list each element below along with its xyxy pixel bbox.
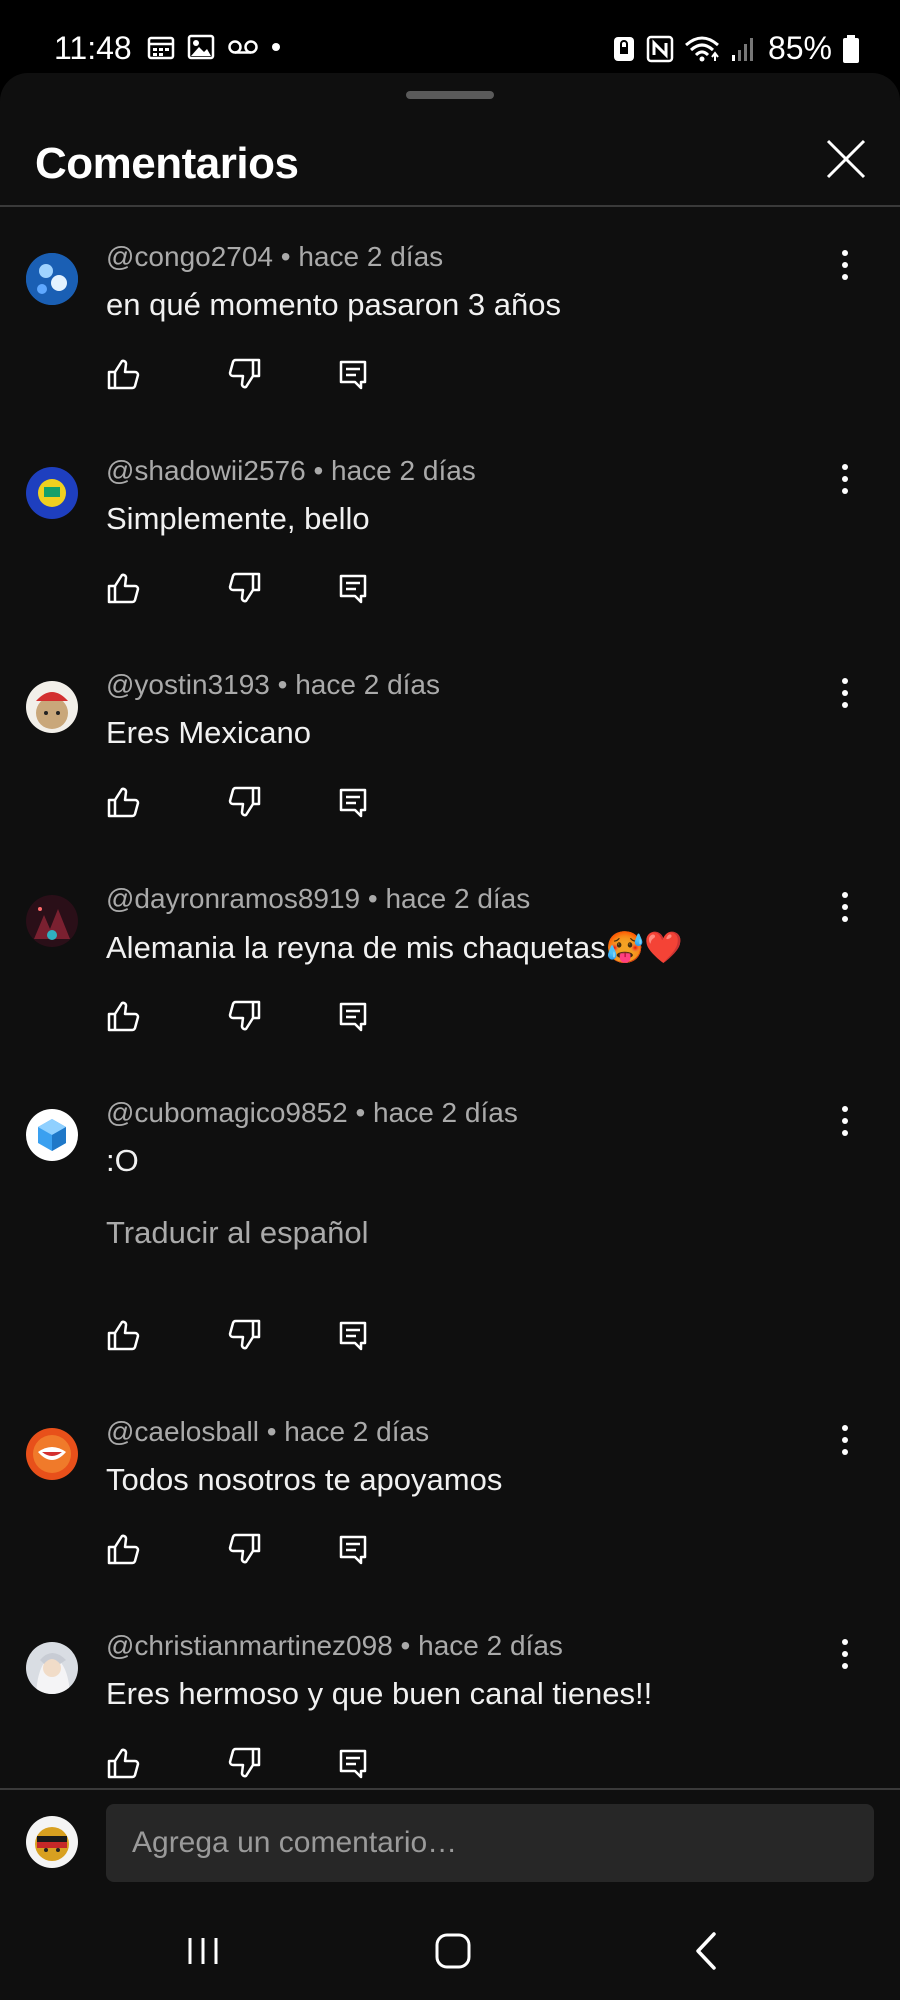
more-vert-icon[interactable] bbox=[830, 887, 860, 927]
recent-apps-icon[interactable] bbox=[178, 1926, 228, 1976]
like-icon[interactable] bbox=[106, 571, 140, 605]
comment-actions bbox=[106, 1318, 370, 1352]
user-avatar[interactable] bbox=[26, 1816, 78, 1868]
comments-list: @congo2704 • hace 2 días en qué momento … bbox=[0, 207, 900, 1787]
comment-text: en qué momento pasaron 3 años bbox=[106, 287, 561, 322]
comment-author[interactable]: @cubomagico9852 • hace 2 días bbox=[106, 1097, 518, 1129]
like-icon[interactable] bbox=[106, 785, 140, 819]
gallery-icon bbox=[187, 34, 215, 60]
back-icon[interactable] bbox=[682, 1926, 732, 1976]
avatar-image bbox=[26, 467, 78, 519]
comment-item: @caelosball • hace 2 días Todos nosotros… bbox=[0, 1382, 900, 1596]
more-vert-icon[interactable] bbox=[830, 1420, 860, 1460]
comment-author[interactable]: @christianmartinez098 • hace 2 días bbox=[106, 1630, 563, 1662]
comment-item: @cubomagico9852 • hace 2 días :O Traduci… bbox=[0, 1063, 900, 1382]
comment-text: Simplemente, bello bbox=[106, 501, 370, 536]
like-icon[interactable] bbox=[106, 1746, 140, 1780]
avatar[interactable] bbox=[26, 895, 78, 947]
dot-icon bbox=[272, 43, 280, 51]
comment-author[interactable]: @yostin3193 • hace 2 días bbox=[106, 669, 440, 701]
reply-icon[interactable] bbox=[336, 999, 370, 1033]
reply-icon[interactable] bbox=[336, 785, 370, 819]
comment-text: Eres hermoso y que buen canal tienes!! bbox=[106, 1676, 653, 1711]
dislike-icon[interactable] bbox=[228, 999, 262, 1033]
dislike-icon[interactable] bbox=[228, 1532, 262, 1566]
close-icon[interactable] bbox=[822, 135, 870, 183]
more-vert-icon[interactable] bbox=[830, 1101, 860, 1141]
comment-input[interactable] bbox=[106, 1804, 874, 1882]
avatar[interactable] bbox=[26, 1109, 78, 1161]
like-icon[interactable] bbox=[106, 357, 140, 391]
dislike-icon[interactable] bbox=[228, 571, 262, 605]
comment-item: @christianmartinez098 • hace 2 días Eres… bbox=[0, 1596, 900, 1787]
more-vert-icon[interactable] bbox=[830, 1634, 860, 1674]
dislike-icon[interactable] bbox=[228, 357, 262, 391]
avatar[interactable] bbox=[26, 1428, 78, 1480]
sheet-header: Comentarios bbox=[0, 113, 900, 207]
more-vert-icon[interactable] bbox=[830, 245, 860, 285]
sheet-title: Comentarios bbox=[35, 139, 299, 188]
dislike-icon[interactable] bbox=[228, 1318, 262, 1352]
avatar-image bbox=[26, 681, 78, 733]
avatar-image bbox=[26, 1428, 78, 1480]
comment-author[interactable]: @dayronramos8919 • hace 2 días bbox=[106, 883, 530, 915]
dislike-icon[interactable] bbox=[228, 785, 262, 819]
more-vert-icon[interactable] bbox=[830, 459, 860, 499]
comment-author[interactable]: @shadowii2576 • hace 2 días bbox=[106, 455, 476, 487]
comment-item: @shadowii2576 • hace 2 días Simplemente,… bbox=[0, 421, 900, 635]
comment-actions bbox=[106, 1532, 370, 1566]
comment-text: Todos nosotros te apoyamos bbox=[106, 1462, 503, 1497]
comment-text: Eres Mexicano bbox=[106, 715, 312, 750]
avatar-image bbox=[26, 1109, 78, 1161]
reply-icon[interactable] bbox=[336, 357, 370, 391]
comment-author[interactable]: @caelosball • hace 2 días bbox=[106, 1416, 429, 1448]
calendar-icon bbox=[147, 36, 175, 60]
comment-author[interactable]: @congo2704 • hace 2 días bbox=[106, 241, 443, 273]
home-icon[interactable] bbox=[428, 1926, 478, 1976]
like-icon[interactable] bbox=[106, 999, 140, 1033]
avatar-image bbox=[26, 253, 78, 305]
comment-actions bbox=[106, 1746, 370, 1780]
reply-icon[interactable] bbox=[336, 1318, 370, 1352]
voicemail-icon bbox=[228, 40, 258, 54]
avatar[interactable] bbox=[26, 681, 78, 733]
avatar[interactable] bbox=[26, 253, 78, 305]
comments-sheet: Comentarios @congo2704 • hace 2 días en … bbox=[0, 73, 900, 2000]
drag-handle[interactable] bbox=[406, 91, 494, 99]
reply-icon[interactable] bbox=[336, 571, 370, 605]
comment-actions bbox=[106, 357, 370, 391]
signal-icon bbox=[731, 37, 753, 61]
translate-link[interactable]: Traducir al español bbox=[106, 1215, 369, 1251]
comment-text: Alemania la reyna de mis chaquetas🥵❤️ bbox=[106, 930, 683, 965]
comment-actions bbox=[106, 785, 370, 819]
comment-actions bbox=[106, 999, 370, 1033]
comment-item: @congo2704 • hace 2 días en qué momento … bbox=[0, 207, 900, 421]
avatar[interactable] bbox=[26, 1642, 78, 1694]
battery-icon bbox=[843, 34, 859, 63]
reply-icon[interactable] bbox=[336, 1746, 370, 1780]
avatar-image bbox=[26, 895, 78, 947]
like-icon[interactable] bbox=[106, 1318, 140, 1352]
dislike-icon[interactable] bbox=[228, 1746, 262, 1780]
status-bar: 11:48 85% bbox=[0, 0, 900, 75]
reply-icon[interactable] bbox=[336, 1532, 370, 1566]
avatar[interactable] bbox=[26, 467, 78, 519]
comment-actions bbox=[106, 571, 370, 605]
nfc-icon bbox=[646, 35, 674, 62]
like-icon[interactable] bbox=[106, 1532, 140, 1566]
avatar-image bbox=[26, 1642, 78, 1694]
status-time: 11:48 bbox=[54, 30, 132, 66]
system-nav-bar bbox=[0, 1900, 900, 2000]
user-avatar-image bbox=[26, 1816, 78, 1868]
status-right: 85% bbox=[612, 30, 860, 67]
lock-app-icon bbox=[613, 36, 634, 61]
battery-percent: 85% bbox=[767, 30, 832, 66]
comment-text: :O bbox=[106, 1143, 139, 1178]
comment-item: @yostin3193 • hace 2 días Eres Mexicano bbox=[0, 635, 900, 849]
comment-item: @dayronramos8919 • hace 2 días Alemania … bbox=[0, 849, 900, 1063]
status-left-icons bbox=[147, 34, 281, 60]
comment-composer bbox=[0, 1788, 900, 1900]
more-vert-icon[interactable] bbox=[830, 673, 860, 713]
wifi-icon bbox=[684, 36, 719, 61]
